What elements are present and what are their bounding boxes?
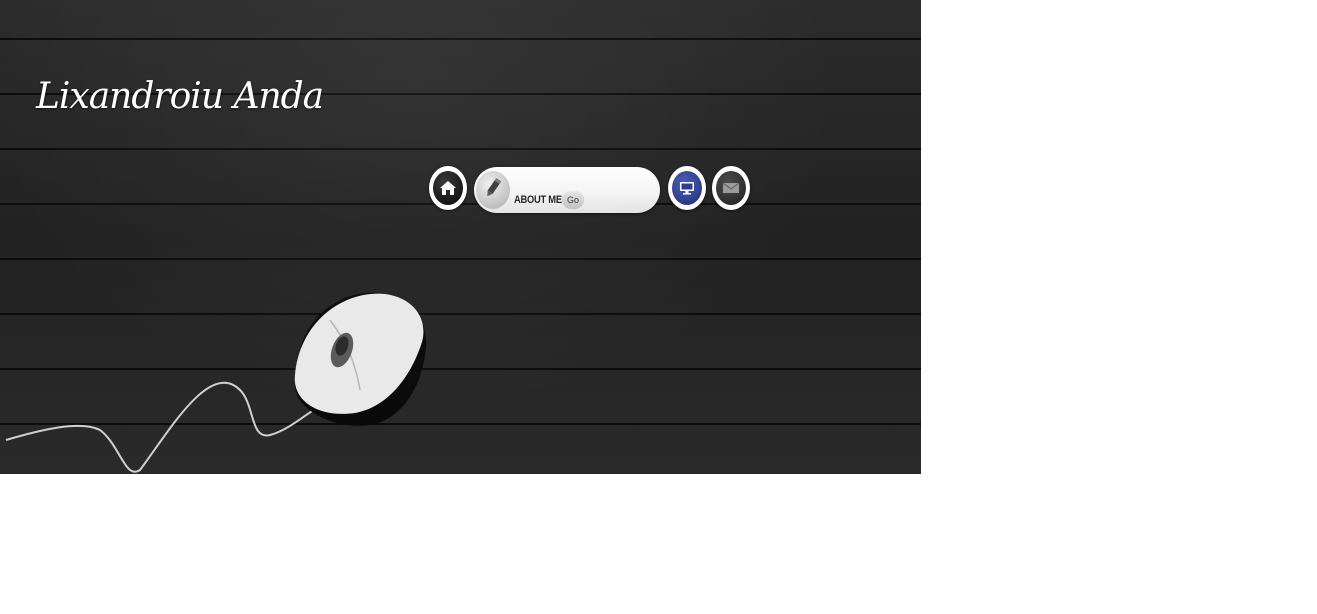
pencil-icon	[483, 176, 503, 204]
envelope-icon	[716, 171, 746, 205]
monitor-icon	[672, 171, 702, 205]
about-me-pill: ABOUT ME Go	[474, 167, 660, 213]
contact-button[interactable]	[712, 166, 750, 210]
computer-mouse-illustration	[5, 292, 427, 473]
go-button[interactable]: Go	[562, 191, 584, 209]
site-title: Lixandroiu Anda	[36, 76, 324, 117]
home-button[interactable]	[429, 166, 467, 210]
home-icon	[433, 171, 463, 205]
about-me-button[interactable]	[476, 171, 510, 209]
header-banner: Lixandroiu Anda ABOUT ME Go	[0, 0, 921, 474]
portfolio-button[interactable]	[668, 166, 706, 210]
about-me-link[interactable]: ABOUT ME	[514, 194, 562, 206]
